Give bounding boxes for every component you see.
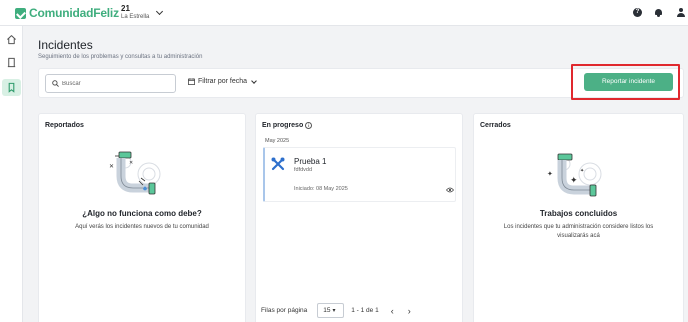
empty-state-text: Aquí verás los incidentes nuevos de tu c… [75,224,209,230]
rows-per-page-select[interactable]: 15 [317,303,345,318]
logo-icon [15,7,26,19]
column-title-label: En progreso [262,122,304,129]
empty-state-text: Los incidentes que tu administración con… [503,224,654,239]
bookmark-icon [8,82,15,93]
info-icon[interactable]: i [305,122,313,129]
svg-text:✦: ✦ [580,168,584,174]
sidebar-item-incidents[interactable] [2,79,21,96]
svg-text:✕: ✕ [129,160,133,166]
incident-title: Prueba 1 [294,157,327,166]
column-title: Cerrados [480,122,511,129]
empty-state-title: ¿Algo no funciona como debe? [82,209,202,218]
chevron-down-icon[interactable] [155,7,164,16]
column-title: Reportados [45,122,84,129]
next-page-button[interactable]: › [408,306,411,316]
date-filter-label: Filtrar por fecha [198,78,248,85]
month-group-label: May 2025 [265,138,290,144]
tools-icon [271,157,285,171]
bell-icon[interactable] [654,8,663,17]
incident-start-date: Iniciado: 08 May 2025 [294,186,348,192]
top-bar: ComunidadFeliz 21 La Estrella ? [0,0,688,26]
incident-card[interactable]: Prueba 1 fdfdvdd Iniciado: 08 May 2025 [263,147,456,202]
rows-per-page-label: Filas por página [261,307,308,314]
prev-page-button[interactable]: ‹ [391,306,394,316]
user-icon[interactable] [676,8,685,17]
sidebar-item-home[interactable] [2,31,21,48]
help-icon[interactable]: ? [633,8,642,17]
date-filter-dropdown[interactable]: Filtrar por fecha [188,77,257,85]
building-icon [7,57,16,68]
svg-text:✦: ✦ [570,176,578,186]
sidebar-item-building[interactable] [2,54,21,71]
search-input[interactable] [62,77,172,90]
pagination: Filas por página 15 1 - 1 de 1 ‹ › [261,303,411,318]
in-progress-column: En progreso i May 2025 Prueba 1 fdfdvdd I… [255,113,463,322]
sidebar [0,26,23,322]
broken-pipe-illustration: ✕ ✕ [109,151,161,195]
report-incident-button[interactable]: Reportar incidente [584,73,673,91]
incident-description: fdfdvdd [294,167,313,173]
column-title: En progreso i [262,122,313,129]
home-icon [7,35,16,45]
page-subtitle: Seguimiento de los problemas y consultas… [38,54,203,60]
closed-column: Cerrados ✦ ✦ ✦ Trabajos concluidos Los i… [473,113,684,322]
calendar-icon [188,78,195,85]
community-selector[interactable]: 21 La Estrella [121,4,149,21]
brand-logo[interactable]: ComunidadFeliz [15,6,119,20]
community-name: La Estrella [121,14,150,20]
empty-state-title: Trabajos concluidos [539,209,618,218]
pagination-range: 1 - 1 de 1 [351,307,379,314]
page-title: Incidentes [38,38,93,52]
svg-text:✦: ✦ [547,170,553,178]
eye-icon[interactable] [446,187,454,193]
search-icon [52,80,59,87]
svg-text:✕: ✕ [109,163,114,170]
search-box[interactable] [45,74,176,93]
chevron-down-icon [251,77,257,84]
brand-name: ComunidadFeliz [29,6,119,20]
community-number: 21 [121,4,130,13]
fixed-pipe-illustration: ✦ ✦ ✦ [547,153,602,197]
reported-column: Reportados ✕ ✕ ¿Algo no funciona como de… [38,113,246,322]
